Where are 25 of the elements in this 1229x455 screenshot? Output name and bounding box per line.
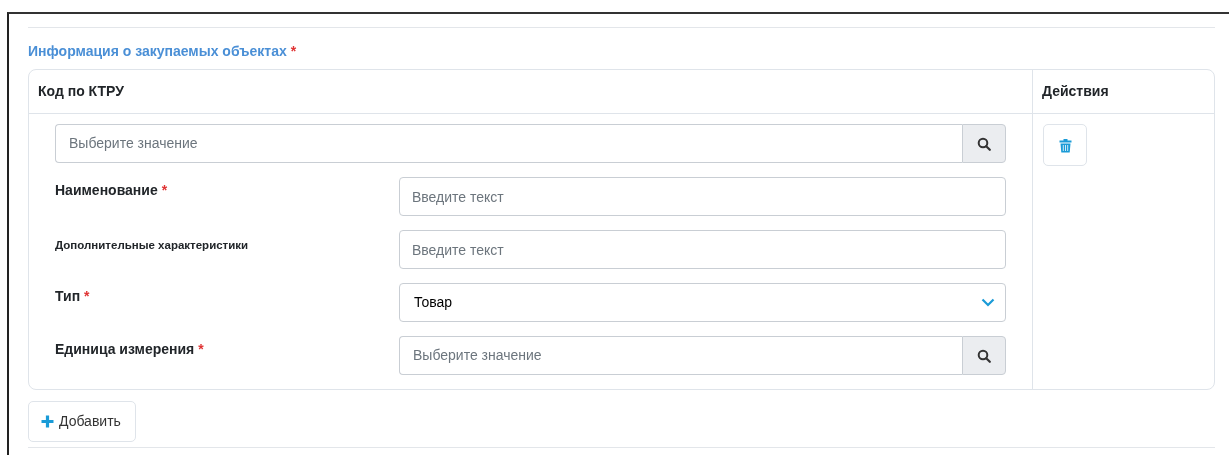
plus-icon [41, 415, 54, 428]
search-icon [977, 348, 991, 363]
search-icon [977, 136, 991, 151]
field-label: Дополнительные характеристики [55, 239, 249, 251]
ktru-field[interactable]: Выберите значение [55, 124, 962, 163]
add-button[interactable]: Добавить [28, 401, 136, 442]
type-dropdown[interactable]: Товар [399, 283, 1006, 322]
required-mark: * [290, 43, 297, 59]
required-mark: * [198, 341, 204, 357]
required-mark: * [84, 288, 90, 304]
search-button[interactable] [962, 336, 1006, 375]
text-field[interactable]: Введите текст [399, 230, 1006, 269]
search-button[interactable] [962, 124, 1006, 163]
field-label: Единица измерения [55, 341, 195, 357]
delete-button[interactable] [1043, 124, 1087, 166]
column-header: Действия [1032, 70, 1214, 114]
trash-icon [1058, 137, 1072, 153]
chevron-down-icon [981, 298, 995, 307]
required-mark: * [161, 182, 168, 198]
unit-field[interactable]: Выберите значение [399, 336, 962, 375]
column-header: Код по КТРУ [29, 70, 1032, 114]
field-label: Наименование [55, 182, 158, 198]
text-field[interactable]: Введите текст [399, 177, 1006, 216]
field-label: Тип [55, 288, 81, 304]
section-title: Информация о закупаемых объектах [28, 43, 287, 59]
